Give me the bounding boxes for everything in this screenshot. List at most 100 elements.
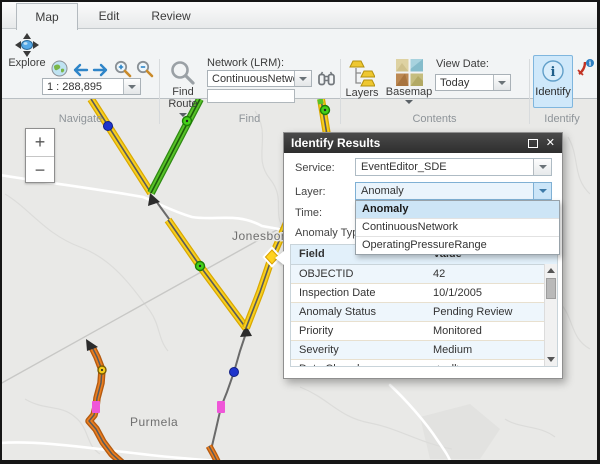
- explore-icon: [15, 33, 39, 57]
- find-route-label-1: Find: [172, 86, 193, 98]
- field-cell: Anomaly Status: [291, 303, 429, 321]
- yellow-ring-marker[interactable]: [98, 366, 106, 374]
- basemap-label: Basemap: [386, 86, 432, 98]
- dialog-body: Service: EventEditor_SDE Layer: Anomaly …: [284, 153, 562, 378]
- service-combobox[interactable]: EventEditor_SDE: [355, 158, 552, 176]
- scroll-down-icon[interactable]: [547, 357, 555, 362]
- explore-label: Explore: [8, 57, 45, 69]
- map-zoom-control: + −: [25, 128, 55, 183]
- layer-combobox[interactable]: Anomaly: [355, 182, 552, 200]
- group-label-navigate: Navigate: [4, 113, 157, 125]
- svg-text:i: i: [551, 65, 556, 80]
- dropdown-option-operatingpressurerange[interactable]: OperatingPressureRange: [356, 237, 559, 254]
- basemap-icon: [396, 59, 423, 86]
- value-cell: 42: [429, 265, 557, 283]
- group-label-contents: Contents: [340, 113, 529, 125]
- dialog-callout-pointer: [275, 251, 284, 265]
- view-date-label: View Date:: [436, 58, 489, 70]
- layer-label: Layer:: [295, 186, 326, 198]
- dropdown-option-continuousnetwork[interactable]: ContinuousNetwork: [356, 219, 559, 237]
- previous-extent-arrow-icon[interactable]: [71, 63, 89, 77]
- group-label-identify: Identify: [529, 113, 595, 125]
- tab-review[interactable]: Review: [140, 3, 202, 29]
- layer-dropdown-list: Anomaly ContinuousNetwork OperatingPress…: [355, 200, 560, 255]
- time-label: Time:: [295, 207, 322, 219]
- basemap-button[interactable]: Basemap: [387, 59, 431, 104]
- value-cell: Pending Review: [429, 303, 557, 321]
- layers-button[interactable]: Layers: [343, 59, 381, 99]
- ribbon: Map Edit Review Explore: [2, 2, 597, 99]
- table-row[interactable]: Date Closed <null>: [291, 360, 557, 367]
- field-cell: Date Closed: [291, 360, 429, 367]
- dialog-titlebar[interactable]: Identify Results ✕: [284, 133, 562, 153]
- app-window: Map Edit Review Explore: [0, 0, 600, 464]
- field-cell: Inspection Date: [291, 284, 429, 302]
- tab-edit[interactable]: Edit: [78, 3, 140, 29]
- full-extent-globe-icon[interactable]: [51, 60, 68, 77]
- table-row[interactable]: Priority Monitored: [291, 322, 557, 341]
- chevron-down-icon: [498, 81, 506, 85]
- dialog-title: Identify Results: [284, 136, 528, 150]
- explore-button[interactable]: Explore: [6, 33, 48, 69]
- service-label: Service:: [295, 162, 335, 174]
- value-cell: Monitored: [429, 322, 557, 340]
- green-point-marker[interactable]: [196, 262, 205, 271]
- chevron-down-icon: [128, 85, 136, 89]
- network-value: ContinuousNetwork: [208, 73, 294, 85]
- field-cell: Severity: [291, 341, 429, 359]
- zoom-out-icon[interactable]: [136, 60, 154, 78]
- group-label-find: Find: [159, 113, 340, 125]
- zoom-in-icon[interactable]: [114, 60, 132, 78]
- identify-button[interactable]: i Identify: [533, 55, 573, 108]
- scroll-up-icon[interactable]: [547, 268, 555, 273]
- table-row[interactable]: Anomaly Status Pending Review: [291, 303, 557, 322]
- view-date-dropdown-button[interactable]: [493, 75, 510, 90]
- place-label-purmela: Purmela: [130, 415, 178, 429]
- identify-label: Identify: [535, 86, 570, 98]
- network-combobox[interactable]: ContinuousNetwork: [207, 70, 312, 87]
- service-value: EventEditor_SDE: [356, 161, 533, 173]
- ribbon-tab-bar: Map Edit Review: [2, 2, 597, 29]
- ribbon-body: Explore 1: [2, 29, 597, 98]
- route-input[interactable]: [207, 89, 295, 103]
- identify-route-location-icon[interactable]: i: [577, 59, 595, 76]
- basemap-caret-icon: [405, 100, 413, 104]
- tab-map[interactable]: Map: [16, 3, 78, 30]
- layers-label: Layers: [345, 87, 378, 99]
- network-dropdown-button[interactable]: [294, 71, 311, 86]
- table-scrollbar[interactable]: [544, 264, 557, 366]
- layer-dropdown-button[interactable]: [533, 183, 551, 199]
- maximize-icon[interactable]: [528, 139, 538, 148]
- dropdown-option-anomaly[interactable]: Anomaly: [356, 201, 559, 219]
- search-binoculars-icon[interactable]: [318, 71, 335, 86]
- value-cell: <null>: [429, 360, 557, 367]
- scrollbar-thumb[interactable]: [546, 278, 556, 299]
- field-cell: OBJECTID: [291, 265, 429, 283]
- service-dropdown-button[interactable]: [533, 159, 551, 175]
- pink-square-marker[interactable]: [92, 401, 100, 413]
- find-route-label-2: Route: [168, 98, 197, 110]
- scale-dropdown-button[interactable]: [123, 79, 140, 94]
- chevron-down-icon: [539, 165, 547, 169]
- next-extent-arrow-icon[interactable]: [92, 63, 110, 77]
- map-zoom-out-button[interactable]: −: [26, 157, 54, 184]
- chevron-down-icon: [299, 77, 307, 81]
- window-border: [0, 0, 600, 2]
- pink-square-marker[interactable]: [217, 401, 225, 413]
- table-row[interactable]: Inspection Date 10/1/2005: [291, 284, 557, 303]
- close-icon[interactable]: ✕: [546, 133, 555, 153]
- table-row[interactable]: Severity Medium: [291, 341, 557, 360]
- field-cell: Priority: [291, 322, 429, 340]
- find-route-button[interactable]: Find Route: [164, 60, 202, 117]
- window-border: [0, 460, 600, 464]
- scale-combobox[interactable]: 1 : 288,895: [42, 78, 141, 95]
- table-row[interactable]: OBJECTID 42: [291, 265, 557, 284]
- view-date-combobox[interactable]: Today: [435, 74, 511, 91]
- map-zoom-in-button[interactable]: +: [26, 129, 54, 157]
- blue-point-marker[interactable]: [230, 368, 239, 377]
- value-cell: 10/1/2005: [429, 284, 557, 302]
- view-date-value: Today: [436, 77, 493, 89]
- window-border: [0, 0, 2, 464]
- identify-info-icon: i: [541, 59, 565, 83]
- layer-value: Anomaly: [356, 185, 533, 197]
